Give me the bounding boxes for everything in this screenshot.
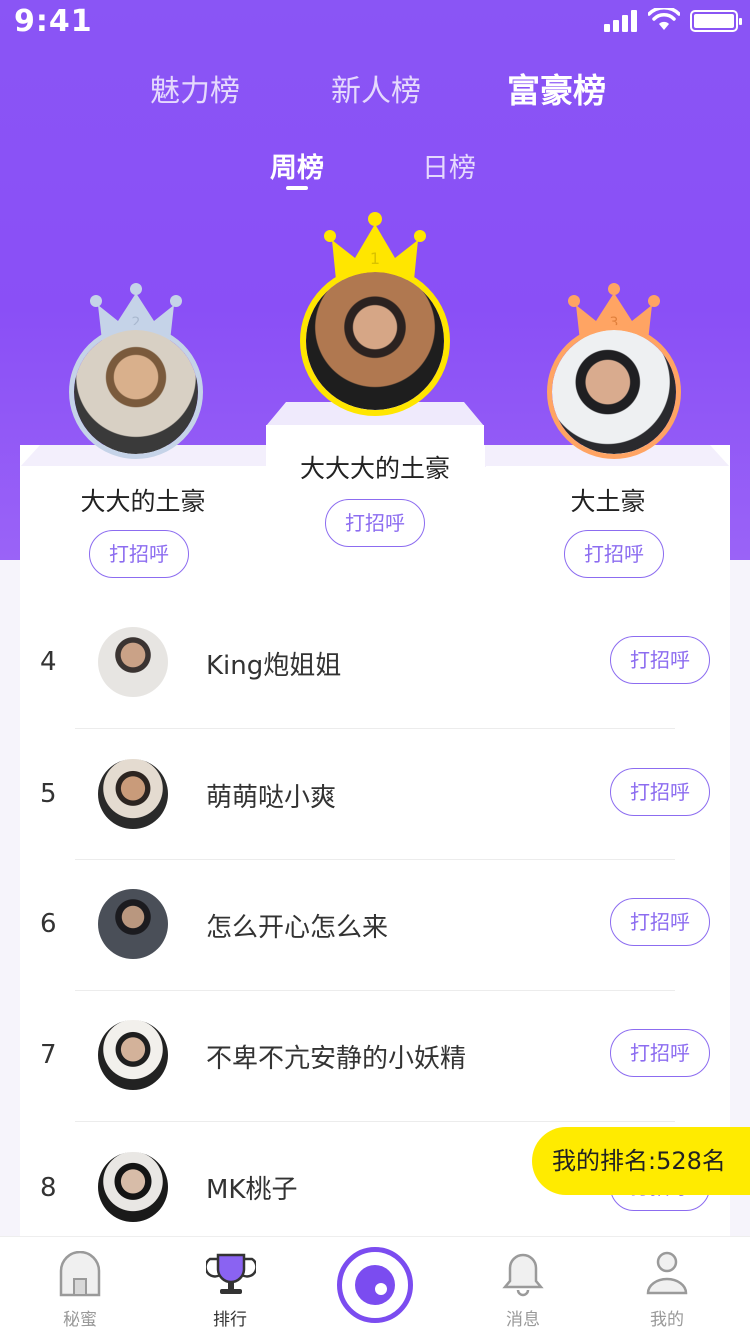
list-name: 怎么开心怎么来 bbox=[206, 913, 389, 943]
tabbar-item-messages[interactable]: 消息 bbox=[473, 1237, 573, 1334]
camera-icon bbox=[355, 1265, 395, 1305]
avatar[interactable] bbox=[98, 759, 168, 829]
list-name: MK桃子 bbox=[206, 1175, 298, 1205]
avatar[interactable] bbox=[98, 1020, 168, 1090]
podium-2-name: 大大的土豪 bbox=[80, 487, 206, 516]
wifi-icon bbox=[648, 8, 680, 30]
avatar[interactable] bbox=[98, 1152, 168, 1222]
list-rank: 6 bbox=[40, 909, 57, 939]
podium-1-greet-button[interactable]: 打招呼 bbox=[325, 499, 425, 547]
house-icon bbox=[59, 1251, 101, 1297]
tabbar-label: 我的 bbox=[650, 1310, 684, 1330]
avatar-rank-1[interactable] bbox=[300, 266, 450, 416]
tabbar-label: 秘蜜 bbox=[63, 1310, 97, 1330]
podium-2: 大大的土豪 打招呼 bbox=[20, 466, 266, 596]
tab-daily[interactable]: 日榜 bbox=[422, 146, 476, 185]
avatar[interactable] bbox=[98, 627, 168, 697]
podium-1: 大大大的土豪 打招呼 bbox=[266, 425, 484, 565]
camera-button[interactable] bbox=[337, 1247, 413, 1323]
tab-weekly[interactable]: 周榜 bbox=[270, 146, 324, 185]
list-item[interactable]: 6 怎么开心怎么来 打招呼 bbox=[0, 859, 750, 990]
user-icon bbox=[646, 1251, 688, 1295]
my-rank-badge[interactable]: 我的排名:528名 bbox=[532, 1127, 750, 1195]
tab-charm[interactable]: 魅力榜 bbox=[150, 66, 240, 110]
list-item[interactable]: 5 萌萌哒小爽 打招呼 bbox=[0, 729, 750, 860]
tabbar-label: 消息 bbox=[506, 1310, 540, 1330]
greet-button[interactable]: 打招呼 bbox=[610, 1029, 710, 1077]
bell-icon bbox=[502, 1253, 544, 1297]
podium-3: 大土豪 打招呼 bbox=[486, 466, 730, 596]
tab-indicator bbox=[286, 186, 308, 190]
list-item[interactable]: 7 不卑不亢安静的小妖精 打招呼 bbox=[0, 990, 750, 1121]
greet-button[interactable]: 打招呼 bbox=[610, 768, 710, 816]
list-name: King炮姐姐 bbox=[206, 651, 342, 681]
trophy-icon bbox=[206, 1253, 256, 1294]
sub-tabs: 周榜 日榜 bbox=[0, 146, 750, 196]
list-name: 不卑不亢安静的小妖精 bbox=[206, 1044, 467, 1074]
status-time: 9:41 bbox=[14, 4, 93, 39]
tabbar-item-ranking[interactable]: 排行 bbox=[180, 1237, 280, 1334]
greet-button[interactable]: 打招呼 bbox=[610, 898, 710, 946]
avatar-rank-2[interactable] bbox=[69, 325, 203, 459]
podium-3-greet-button[interactable]: 打招呼 bbox=[564, 530, 664, 578]
list-rank: 8 bbox=[40, 1173, 57, 1203]
tabbar-item-mine[interactable]: 我的 bbox=[617, 1237, 717, 1334]
signal-icon bbox=[604, 10, 640, 32]
podium-3-name: 大土豪 bbox=[570, 487, 646, 516]
greet-button[interactable]: 打招呼 bbox=[610, 636, 710, 684]
main-tabs: 魅力榜 新人榜 富豪榜 bbox=[0, 66, 750, 116]
tabbar-item-secret[interactable]: 秘蜜 bbox=[30, 1237, 130, 1334]
avatar[interactable] bbox=[98, 889, 168, 959]
tabbar-label: 排行 bbox=[213, 1310, 247, 1330]
battery-icon bbox=[690, 10, 742, 32]
status-bar: 9:41 bbox=[0, 0, 750, 40]
list-name: 萌萌哒小爽 bbox=[206, 783, 337, 813]
list-item[interactable]: 4 King炮姐姐 打招呼 bbox=[0, 597, 750, 728]
avatar-rank-3[interactable] bbox=[547, 325, 681, 459]
list-rank: 4 bbox=[40, 647, 57, 677]
tab-newcomer[interactable]: 新人榜 bbox=[331, 66, 421, 110]
list-rank: 5 bbox=[40, 779, 57, 809]
list-rank: 7 bbox=[40, 1040, 57, 1070]
podium-2-greet-button[interactable]: 打招呼 bbox=[89, 530, 189, 578]
podium-1-name: 大大大的土豪 bbox=[299, 454, 450, 483]
tab-rich[interactable]: 富豪榜 bbox=[507, 64, 606, 112]
